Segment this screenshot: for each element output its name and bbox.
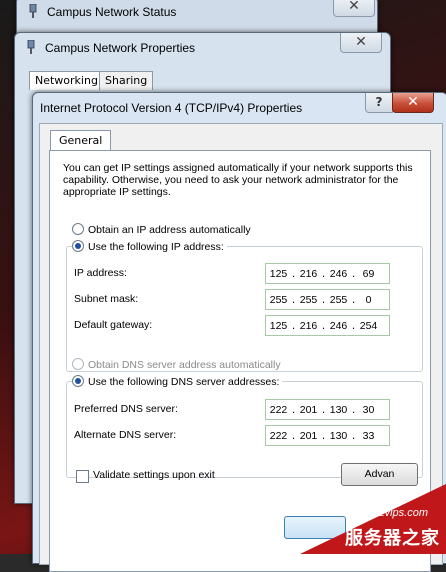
status-titlebar[interactable]: Campus Network Status ✕ — [17, 0, 377, 27]
ip-auto-label: Obtain an IP address automatically — [88, 224, 251, 236]
ip-octet: 255 — [269, 293, 288, 306]
tab-networking[interactable]: Networking — [29, 71, 104, 90]
ip-octet: 254 — [359, 319, 378, 332]
preferred-dns-label: Preferred DNS server: — [74, 403, 178, 415]
dns-auto-option: Obtain DNS server address automatically — [72, 358, 281, 371]
subnet-mask-input[interactable]: 255. 255. 255. 0 — [265, 289, 390, 310]
ip-octet: 222 — [269, 429, 288, 442]
ip-octet: 130 — [329, 403, 348, 416]
ip-octet: 201 — [299, 403, 318, 416]
ip-octet: 201 — [299, 429, 318, 442]
ip-octet: 125 — [269, 267, 288, 280]
ipv4-close-button[interactable]: ✕ — [392, 93, 434, 113]
status-close-button[interactable]: ✕ — [333, 0, 375, 17]
ip-octet: 246 — [329, 267, 348, 280]
alternate-dns-label: Alternate DNS server: — [74, 429, 177, 441]
ip-manual-radio[interactable] — [72, 240, 84, 252]
ip-auto-radio[interactable] — [72, 223, 84, 235]
validate-label: Validate settings upon exit — [93, 469, 215, 481]
ip-manual-option[interactable]: Use the following IP address: — [72, 240, 227, 253]
ip-address-label: IP address: — [74, 267, 127, 279]
ip-octet: 216 — [299, 267, 318, 280]
ip-auto-option[interactable]: Obtain an IP address automatically — [72, 223, 251, 236]
tab-sharing[interactable]: Sharing — [99, 71, 154, 90]
subnet-mask-label: Subnet mask: — [74, 293, 139, 305]
ip-octet: 130 — [329, 429, 348, 442]
dns-manual-option[interactable]: Use the following DNS server addresses: — [72, 375, 283, 388]
ipv4-titlebar[interactable]: Internet Protocol Version 4 (TCP/IPv4) P… — [33, 93, 446, 123]
dns-manual-radio[interactable] — [72, 375, 84, 387]
dns-manual-label: Use the following DNS server addresses: — [88, 376, 280, 388]
watermark-url: www.zzvips.com — [347, 507, 428, 519]
network-adapter-icon — [27, 40, 35, 54]
dns-auto-radio — [72, 358, 84, 370]
network-adapter-icon — [29, 4, 37, 18]
properties-titlebar[interactable]: Campus Network Properties ✕ — [15, 33, 390, 63]
validate-checkbox[interactable] — [76, 470, 89, 483]
preferred-dns-input[interactable]: 222. 201. 130. 30 — [265, 399, 390, 420]
ip-octet: 69 — [362, 267, 375, 280]
ip-octet: 246 — [329, 319, 348, 332]
dns-auto-label: Obtain DNS server address automatically — [88, 359, 281, 371]
ip-octet: 255 — [329, 293, 348, 306]
properties-window-title: Campus Network Properties — [45, 41, 196, 55]
ip-octet: 255 — [299, 293, 318, 306]
ip-octet: 33 — [362, 429, 375, 442]
ip-octet: 125 — [269, 319, 288, 332]
ipv4-window-title: Internet Protocol Version 4 (TCP/IPv4) P… — [40, 101, 303, 115]
help-button[interactable]: ? — [365, 93, 393, 113]
ip-address-input[interactable]: 125. 216. 246. 69 — [265, 263, 390, 284]
watermark: www.zzvips.com 服务器之家 — [300, 454, 446, 554]
ip-octet: 30 — [362, 403, 375, 416]
properties-close-button[interactable]: ✕ — [340, 33, 382, 53]
ip-manual-label: Use the following IP address: — [88, 241, 224, 253]
intro-text: You can get IP settings assigned automat… — [63, 162, 413, 198]
ip-octet: 216 — [299, 319, 318, 332]
default-gateway-input[interactable]: 125. 216. 246. 254 — [265, 315, 390, 336]
watermark-text: 服务器之家 — [345, 528, 440, 549]
status-window-title: Campus Network Status — [47, 5, 177, 19]
ip-octet: 222 — [269, 403, 288, 416]
ip-octet: 0 — [365, 293, 372, 306]
tab-general[interactable]: General — [50, 130, 112, 151]
alternate-dns-input[interactable]: 222. 201. 130. 33 — [265, 425, 390, 446]
default-gateway-label: Default gateway: — [74, 319, 153, 331]
